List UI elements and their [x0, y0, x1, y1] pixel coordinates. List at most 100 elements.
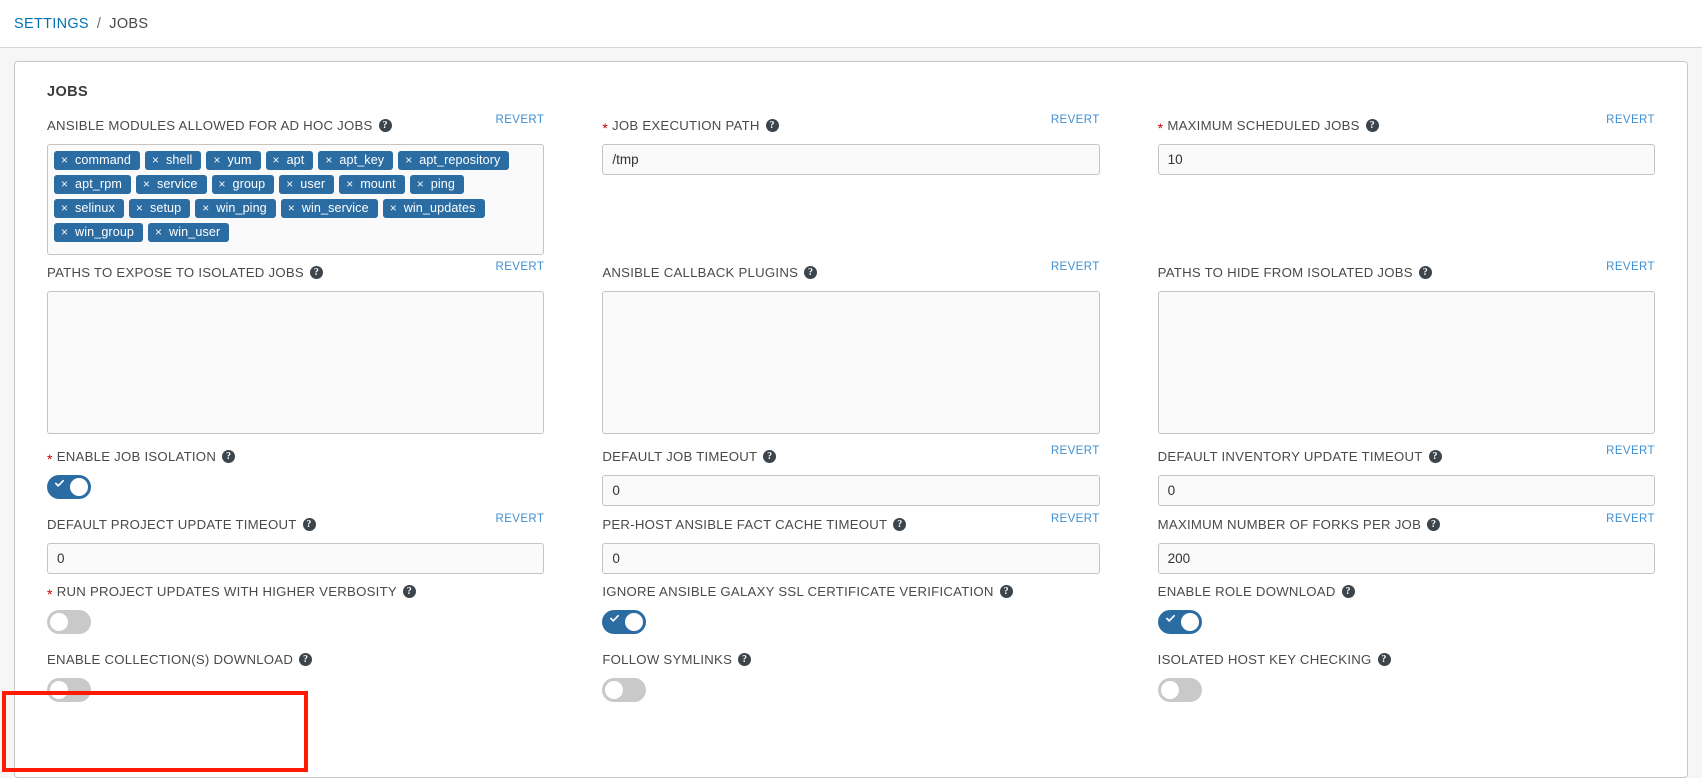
- module-chip[interactable]: × apt: [265, 151, 314, 170]
- help-icon[interactable]: ?: [765, 118, 779, 132]
- paths-hide-isolated-textarea[interactable]: [1157, 291, 1655, 434]
- revert-maximum-forks-per-job[interactable]: REVERT: [1606, 513, 1655, 525]
- chip-label: command: [75, 153, 132, 167]
- chip-remove-icon[interactable]: ×: [212, 175, 233, 194]
- field-job-execution-path: * JOB EXECUTION PATH ? REVERT: [588, 114, 1113, 255]
- field-header: PATHS TO HIDE FROM ISOLATED JOBS ? REVER…: [1157, 261, 1655, 284]
- ansible-callback-plugins-textarea[interactable]: [602, 291, 1100, 434]
- paths-expose-isolated-textarea[interactable]: [47, 291, 545, 434]
- help-icon[interactable]: ?: [804, 265, 818, 279]
- chip-remove-icon[interactable]: ×: [129, 199, 150, 218]
- chip-remove-icon[interactable]: ×: [279, 175, 300, 194]
- help-icon[interactable]: ?: [999, 584, 1013, 598]
- module-chip[interactable]: × command: [54, 151, 141, 170]
- toggle-run-project-updates-verbosity[interactable]: [47, 610, 91, 634]
- per-host-fact-cache-timeout-input[interactable]: [602, 543, 1100, 574]
- revert-ansible-modules[interactable]: REVERT: [495, 114, 544, 126]
- help-icon[interactable]: ?: [1377, 652, 1391, 666]
- toggle-enable-collections-download[interactable]: [47, 678, 91, 702]
- chip-remove-icon[interactable]: ×: [54, 223, 75, 242]
- chip-remove-icon[interactable]: ×: [383, 199, 404, 218]
- label-text: ENABLE COLLECTION(S) DOWNLOAD: [47, 652, 294, 667]
- help-icon[interactable]: ?: [1428, 449, 1442, 463]
- label-text: IGNORE ANSIBLE GALAXY SSL CERTIFICATE VE…: [602, 584, 994, 599]
- revert-default-inventory-update-timeout[interactable]: REVERT: [1606, 445, 1655, 457]
- toggle-isolated-host-key-checking[interactable]: [1157, 678, 1202, 702]
- module-chip[interactable]: × win_group: [54, 223, 144, 242]
- module-chip[interactable]: × apt_rpm: [54, 175, 131, 194]
- help-icon[interactable]: ?: [1365, 118, 1379, 132]
- revert-default-project-update-timeout[interactable]: REVERT: [495, 513, 544, 525]
- help-icon[interactable]: ?: [299, 652, 313, 666]
- toggle-ignore-galaxy-ssl[interactable]: [602, 610, 647, 634]
- toggle-follow-symlinks[interactable]: [602, 678, 647, 702]
- module-chip[interactable]: × win_user: [148, 223, 230, 242]
- help-icon[interactable]: ?: [763, 449, 777, 463]
- help-icon[interactable]: ?: [302, 517, 316, 531]
- chip-remove-icon[interactable]: ×: [318, 151, 339, 170]
- revert-maximum-scheduled-jobs[interactable]: REVERT: [1606, 114, 1655, 126]
- label-text: DEFAULT INVENTORY UPDATE TIMEOUT: [1157, 449, 1423, 464]
- label-text: PATHS TO HIDE FROM ISOLATED JOBS: [1157, 265, 1413, 280]
- chip-remove-icon[interactable]: ×: [54, 151, 75, 170]
- module-chip[interactable]: × group: [211, 175, 275, 194]
- toggle-knob: [605, 681, 624, 699]
- chip-remove-icon[interactable]: ×: [54, 175, 75, 194]
- help-icon[interactable]: ?: [1341, 584, 1355, 598]
- chip-remove-icon[interactable]: ×: [410, 175, 431, 194]
- module-chip[interactable]: × win_ping: [195, 199, 276, 218]
- help-icon[interactable]: ?: [309, 265, 323, 279]
- module-chip[interactable]: × mount: [339, 175, 405, 194]
- maximum-forks-per-job-input[interactable]: [1157, 543, 1655, 574]
- toggle-wrap: [1157, 610, 1655, 642]
- toggle-knob: [1160, 681, 1179, 699]
- chip-remove-icon[interactable]: ×: [145, 151, 166, 170]
- help-icon[interactable]: ?: [222, 449, 236, 463]
- module-chip[interactable]: × selinux: [54, 199, 124, 218]
- module-chip[interactable]: × win_updates: [382, 199, 485, 218]
- revert-job-execution-path[interactable]: REVERT: [1051, 114, 1100, 126]
- chip-remove-icon[interactable]: ×: [148, 223, 169, 242]
- module-chip[interactable]: × yum: [206, 151, 261, 170]
- help-icon[interactable]: ?: [738, 652, 752, 666]
- revert-default-job-timeout[interactable]: REVERT: [1051, 445, 1100, 457]
- help-icon[interactable]: ?: [1418, 265, 1432, 279]
- revert-ansible-callback-plugins[interactable]: REVERT: [1051, 261, 1100, 273]
- chip-remove-icon[interactable]: ×: [195, 199, 216, 218]
- module-chip[interactable]: × apt_repository: [398, 151, 510, 170]
- breadcrumb-settings-link[interactable]: SETTINGS: [14, 16, 89, 32]
- default-job-timeout-input[interactable]: [602, 475, 1100, 506]
- chip-remove-icon[interactable]: ×: [281, 199, 302, 218]
- module-chip[interactable]: × win_service: [280, 199, 378, 218]
- chip-remove-icon[interactable]: ×: [136, 175, 157, 194]
- module-chip[interactable]: × service: [135, 175, 207, 194]
- chip-remove-icon[interactable]: ×: [266, 151, 287, 170]
- label-text: RUN PROJECT UPDATES WITH HIGHER VERBOSIT…: [56, 584, 397, 599]
- toggle-enable-role-download[interactable]: [1157, 610, 1202, 634]
- field-enable-job-isolation: * ENABLE JOB ISOLATION ?: [33, 449, 558, 507]
- help-icon[interactable]: ?: [378, 118, 392, 132]
- module-chip[interactable]: × shell: [145, 151, 202, 170]
- label-default-project-update-timeout: DEFAULT PROJECT UPDATE TIMEOUT ?: [47, 517, 316, 533]
- module-chip[interactable]: × apt_key: [318, 151, 394, 170]
- toggle-enable-job-isolation[interactable]: [47, 475, 91, 499]
- job-execution-path-input[interactable]: [602, 144, 1100, 175]
- field-header: FOLLOW SYMLINKS ?: [602, 652, 1099, 671]
- chip-remove-icon[interactable]: ×: [54, 199, 75, 218]
- module-chip[interactable]: × ping: [409, 175, 464, 194]
- revert-paths-hide-isolated[interactable]: REVERT: [1606, 261, 1655, 273]
- help-icon[interactable]: ?: [1427, 517, 1441, 531]
- revert-per-host-fact-cache-timeout[interactable]: REVERT: [1051, 513, 1100, 525]
- help-icon[interactable]: ?: [402, 584, 416, 598]
- chip-remove-icon[interactable]: ×: [206, 151, 227, 170]
- default-inventory-update-timeout-input[interactable]: [1157, 475, 1655, 506]
- ansible-modules-chips-input[interactable]: × command × shell × yum × apt × apt_key × apt_repos…: [47, 144, 545, 255]
- default-project-update-timeout-input[interactable]: [47, 543, 545, 574]
- help-icon[interactable]: ?: [893, 517, 907, 531]
- chip-remove-icon[interactable]: ×: [339, 175, 360, 194]
- maximum-scheduled-jobs-input[interactable]: [1157, 144, 1655, 175]
- revert-paths-expose-isolated[interactable]: REVERT: [495, 261, 544, 273]
- chip-remove-icon[interactable]: ×: [398, 151, 419, 170]
- module-chip[interactable]: × setup: [128, 199, 191, 218]
- module-chip[interactable]: × user: [279, 175, 335, 194]
